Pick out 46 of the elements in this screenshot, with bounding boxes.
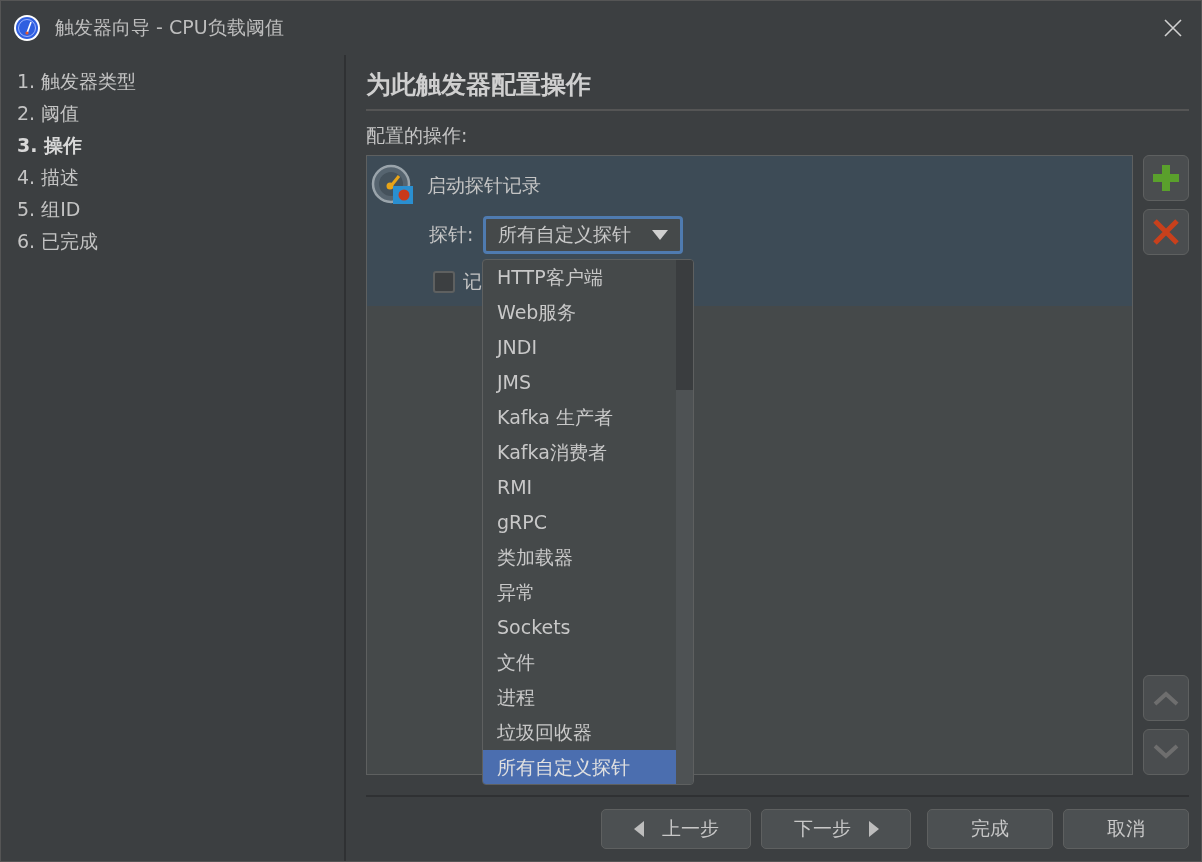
dropdown-option[interactable]: 进程 — [483, 680, 676, 715]
cross-icon — [1153, 219, 1179, 245]
move-down-button[interactable] — [1143, 729, 1189, 775]
wizard-step: 5. 组ID — [17, 193, 328, 225]
dropdown-option[interactable]: 所有自定义探针 — [483, 750, 676, 784]
dropdown-option[interactable]: 类加载器 — [483, 540, 676, 575]
page-heading: 为此触发器配置操作 — [366, 69, 592, 101]
dropdown-option[interactable]: RMI — [483, 470, 676, 505]
plus-icon — [1153, 165, 1179, 191]
window-title: 触发器向导 - CPU负载阈值 — [55, 15, 285, 40]
wizard-step: 6. 已完成 — [17, 225, 328, 257]
left-triangle-icon — [633, 821, 644, 837]
dropdown-option[interactable]: JNDI — [483, 330, 676, 365]
close-icon[interactable] — [1163, 18, 1183, 38]
wizard-step: 3. 操作 — [17, 129, 328, 161]
dropdown-option[interactable]: 垃圾回收器 — [483, 715, 676, 750]
dropdown-option[interactable]: JMS — [483, 365, 676, 400]
checkbox[interactable] — [433, 271, 455, 293]
next-button[interactable]: 下一步 — [761, 809, 911, 849]
cancel-button[interactable]: 取消 — [1063, 809, 1189, 849]
dropdown-option[interactable]: 文件 — [483, 645, 676, 680]
add-button[interactable] — [1143, 155, 1189, 201]
dropdown-arrow-icon — [652, 230, 669, 240]
dropdown-option[interactable]: gRPC — [483, 505, 676, 540]
chevron-down-icon — [1153, 744, 1179, 760]
wizard-step: 4. 描述 — [17, 161, 328, 193]
chevron-up-icon — [1153, 690, 1179, 706]
probe-dropdown[interactable]: 所有自定义探针 — [483, 216, 684, 254]
wizard-step: 1. 触发器类型 — [17, 65, 328, 97]
actions-label: 配置的操作: — [366, 123, 469, 148]
dropdown-option[interactable]: Kafka消费者 — [483, 435, 676, 470]
dropdown-option[interactable]: HTTP客户端 — [483, 260, 676, 295]
dropdown-option[interactable]: Kafka 生产者 — [483, 400, 676, 435]
back-button[interactable]: 上一步 — [601, 809, 751, 849]
gauge-icon — [13, 14, 41, 42]
checkbox-label: 记 — [463, 269, 482, 294]
action-title: 启动探针记录 — [427, 173, 541, 198]
dropdown-option[interactable]: Sockets — [483, 610, 676, 645]
move-up-button[interactable] — [1143, 675, 1189, 721]
dropdown-option[interactable]: 异常 — [483, 575, 676, 610]
finish-button[interactable]: 完成 — [927, 809, 1053, 849]
wizard-step: 2. 阈值 — [17, 97, 328, 129]
right-triangle-icon — [868, 821, 879, 837]
remove-button[interactable] — [1143, 209, 1189, 255]
scrollbar[interactable] — [676, 260, 693, 784]
probe-label: 探针: — [429, 222, 474, 247]
